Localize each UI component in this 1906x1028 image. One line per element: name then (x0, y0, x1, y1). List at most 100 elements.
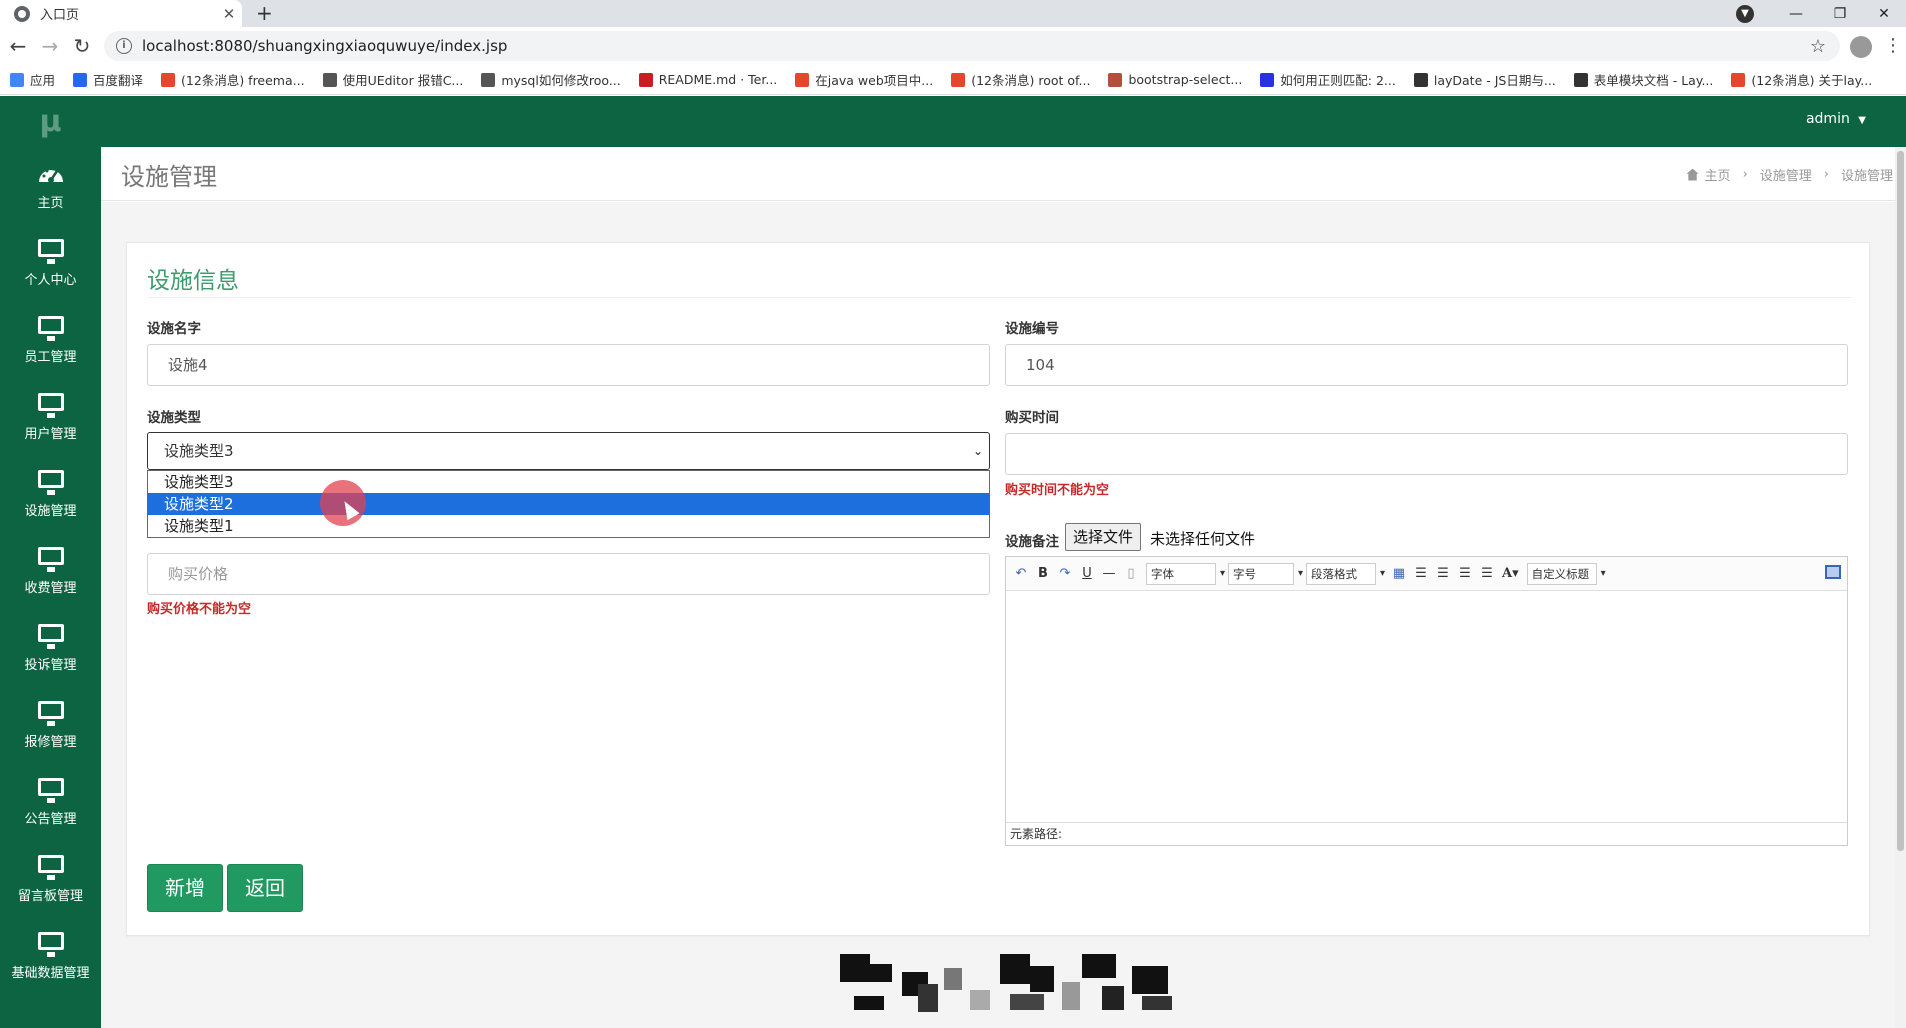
bookmark-item[interactable]: 百度翻译 (73, 70, 143, 89)
sidebar-item-label: 设施管理 (24, 504, 77, 519)
font-select[interactable]: 字体 (1146, 562, 1225, 585)
url-field[interactable]: i localhost:8080/shuangxingxiaoquwuye/in… (104, 31, 1840, 61)
bookmarks-bar: 应用 百度翻译 (12条消息) freema... 使用UEditor 报错C... m… (0, 65, 1906, 95)
user-menu[interactable]: admin ▼ (1806, 96, 1866, 144)
sidebar-item[interactable]: 用户管理 (0, 379, 101, 456)
bookmark-item[interactable]: 应用 (10, 70, 55, 89)
account-icon[interactable] (1850, 36, 1872, 58)
underline-icon[interactable]: U (1080, 566, 1094, 581)
redo-icon[interactable]: ↷ (1058, 566, 1072, 581)
bookmark-favicon-icon (1731, 72, 1746, 87)
bold-icon[interactable]: B (1036, 566, 1050, 581)
type-option-highlighted[interactable]: 设施类型2 (148, 493, 989, 515)
type-select[interactable]: 设施类型3 ⌄ (147, 432, 990, 470)
type-option[interactable]: 设施类型3 (148, 471, 989, 493)
info-icon[interactable]: i (116, 38, 132, 54)
close-window-icon[interactable]: ✕ (1862, 6, 1906, 22)
browser-tab[interactable]: 入口页 ✕ (0, 0, 242, 27)
monitor-icon (37, 316, 64, 341)
bookmark-item[interactable]: (12条消息) freema... (161, 70, 305, 89)
bookmark-item[interactable]: 表单模块文档 - Lay... (1573, 70, 1713, 89)
justify-icon[interactable]: ☰ (1480, 566, 1494, 581)
page-icon[interactable]: ▯ (1124, 566, 1138, 581)
back-icon[interactable]: ← (4, 27, 32, 65)
monitor-icon (37, 701, 64, 726)
buy-time-input[interactable] (1005, 433, 1848, 475)
bookmark-item[interactable]: mysql如何修改roo... (481, 70, 621, 89)
fullscreen-icon[interactable] (1825, 565, 1841, 579)
bookmark-item[interactable]: 如何用正则匹配: 2... (1260, 70, 1396, 89)
add-button[interactable]: 新增 (147, 864, 223, 912)
more-menu-icon[interactable]: ⋮ (1884, 27, 1902, 65)
sidebar-item[interactable]: 基础数据管理 (0, 918, 101, 995)
bookmark-favicon-icon (161, 72, 176, 87)
bookmark-favicon-icon (481, 72, 496, 87)
bookmark-favicon-icon (1108, 72, 1123, 87)
page-scrollbar[interactable] (1895, 147, 1906, 1028)
new-tab-icon[interactable]: + (256, 0, 273, 27)
address-bar: ← → ↻ i localhost:8080/shuangxingxiaoquw… (0, 27, 1906, 65)
bookmark-favicon-icon (322, 72, 337, 87)
horizontal-rule-icon[interactable]: — (1102, 566, 1116, 581)
bookmark-item[interactable]: (12条消息) 关于lay... (1731, 70, 1872, 89)
sidebar-item-label: 基础数据管理 (11, 966, 90, 981)
back-button[interactable]: 返回 (227, 864, 303, 912)
sidebar-item[interactable]: 员工管理 (0, 302, 101, 379)
minimize-icon[interactable]: — (1774, 6, 1818, 22)
table-icon[interactable]: ▦ (1392, 566, 1406, 581)
forward-icon[interactable]: → (36, 27, 64, 65)
sidebar-item[interactable]: 收费管理 (0, 533, 101, 610)
align-center-icon[interactable]: ☰ (1436, 566, 1450, 581)
type-dropdown: 设施类型3 设施类型2 设施类型1 (147, 470, 990, 538)
number-input[interactable]: 104 (1005, 344, 1848, 386)
price-error: 购买价格不能为空 (147, 602, 252, 617)
user-name: admin (1805, 111, 1850, 127)
breadcrumb-home[interactable]: 主页 (1705, 165, 1731, 184)
breadcrumb-section[interactable]: 设施管理 (1760, 165, 1812, 184)
app-logo: μ (39, 104, 62, 139)
breadcrumb-separator: › (1742, 167, 1748, 182)
name-input[interactable]: 设施4 (147, 344, 990, 386)
bookmark-item[interactable]: bootstrap-select... (1108, 72, 1242, 87)
sidebar-item[interactable]: 报修管理 (0, 687, 101, 764)
paragraph-select[interactable]: 段落格式 (1306, 562, 1385, 585)
bookmark-item[interactable]: 在java web项目中... (795, 70, 933, 89)
scrollbar-thumb[interactable] (1897, 151, 1904, 851)
align-left-icon[interactable]: ☰ (1414, 566, 1428, 581)
monitor-icon (37, 624, 64, 649)
bookmark-favicon-icon (795, 72, 810, 87)
size-select[interactable]: 字号 (1228, 562, 1303, 585)
sidebar-item[interactable]: 留言板管理 (0, 841, 101, 918)
custom-title-select[interactable]: 自定义标题 (1526, 562, 1606, 585)
type-option[interactable]: 设施类型1 (148, 515, 989, 537)
close-tab-icon[interactable]: ✕ (216, 5, 242, 23)
price-input[interactable]: 购买价格 (147, 553, 990, 595)
reload-icon[interactable]: ↻ (68, 27, 96, 65)
bookmark-item[interactable]: README.md · Ter... (638, 72, 777, 87)
profile-download-icon[interactable]: ▼ (1736, 4, 1754, 23)
sidebar-item[interactable]: 投诉管理 (0, 610, 101, 687)
sidebar-item-label: 用户管理 (24, 427, 77, 442)
monitor-icon (37, 470, 64, 495)
align-right-icon[interactable]: ☰ (1458, 566, 1472, 581)
restore-icon[interactable]: ❐ (1818, 6, 1862, 22)
undo-icon[interactable]: ↶ (1014, 566, 1028, 581)
font-color-icon[interactable]: A▾ (1502, 566, 1519, 581)
sidebar-item[interactable]: 主页 (0, 148, 101, 225)
caret-down-icon: ▼ (1858, 115, 1866, 126)
star-icon[interactable]: ☆ (1810, 36, 1826, 57)
bookmark-item[interactable]: (12条消息) root of... (951, 70, 1090, 89)
editor-body[interactable] (1006, 591, 1847, 822)
type-select-value: 设施类型3 (164, 442, 234, 460)
sidebar-item[interactable]: 设施管理 (0, 456, 101, 533)
editor-toolbar: ↶ B ↷ U — ▯ 字体 字号 段落格式 ▦ ☰ ☰ ☰ ☰ A▾ 自定义标… (1006, 557, 1847, 591)
sidebar-item[interactable]: 个人中心 (0, 225, 101, 302)
breadcrumb: 主页 › 设施管理 › 设施管理 (1686, 165, 1893, 184)
sidebar-item[interactable]: 公告管理 (0, 764, 101, 841)
bookmark-favicon-icon (638, 72, 653, 87)
bookmark-item[interactable]: layDate - JS日期与... (1413, 70, 1556, 89)
choose-file-button[interactable]: 选择文件 (1065, 523, 1142, 551)
dashboard-icon (38, 167, 63, 183)
monitor-icon (37, 778, 64, 803)
bookmark-item[interactable]: 使用UEditor 报错C... (322, 70, 463, 89)
